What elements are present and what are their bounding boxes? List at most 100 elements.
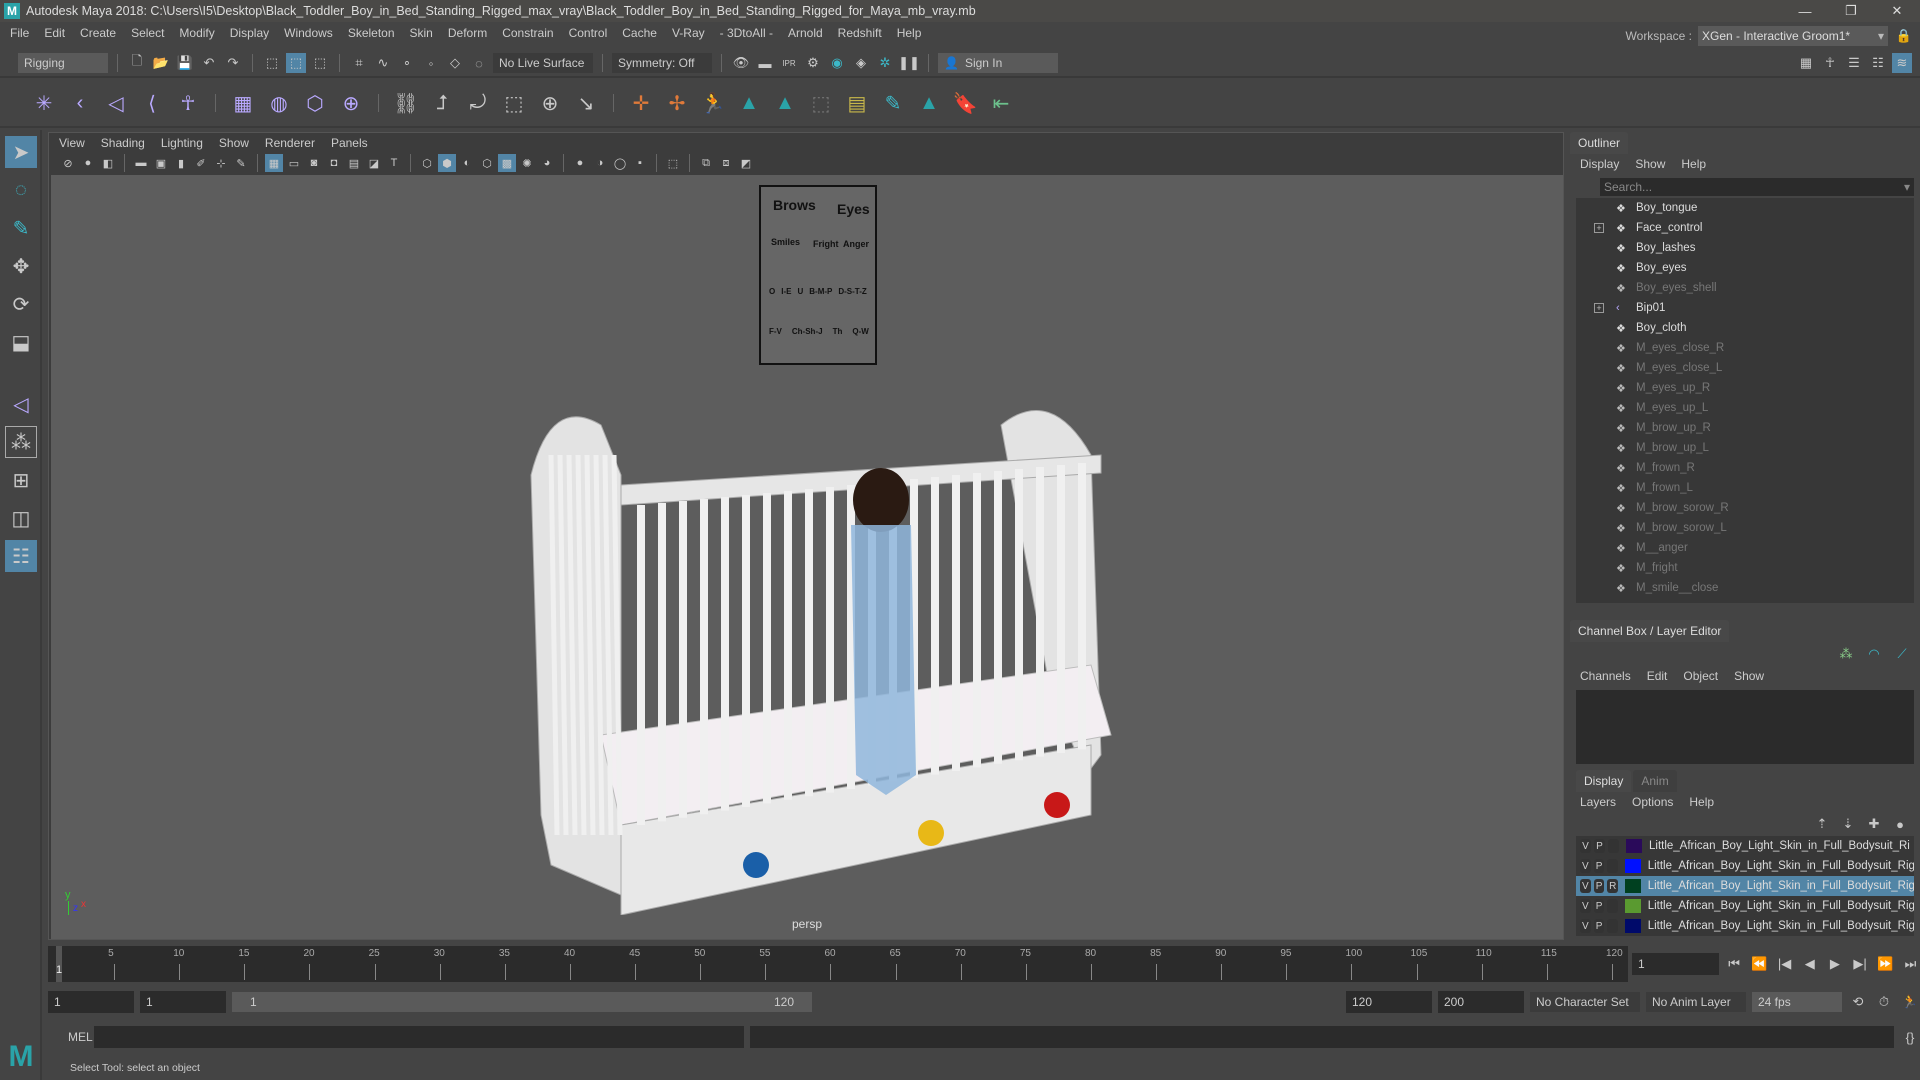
menu-skin[interactable]: Skin (410, 26, 433, 40)
bounding-box-icon[interactable]: ⬡ (478, 154, 496, 172)
menu-select[interactable]: Select (131, 26, 164, 40)
snap-surface-icon[interactable]: ◇ (445, 53, 465, 73)
smooth-shade-icon[interactable]: ⬢ (438, 154, 456, 172)
paint-select-icon[interactable]: ✎ (879, 89, 907, 117)
outliner-item[interactable]: ❖ Boy_eyes_shell (1576, 278, 1914, 298)
menu-redshift[interactable]: Redshift (838, 26, 882, 40)
joint-tool-icon[interactable]: ✳ (30, 89, 58, 117)
layer-tab-display[interactable]: Display (1576, 770, 1632, 792)
save-scene-icon[interactable]: 💾 (175, 53, 195, 73)
sign-in-button[interactable]: 👤 Sign In (938, 53, 1058, 73)
layer-color-swatch[interactable] (1626, 839, 1642, 853)
point-constraint-icon[interactable]: ⮥ (428, 89, 456, 117)
render-settings-icon[interactable]: ⚙ (803, 53, 823, 73)
use-all-lights-icon[interactable]: ✺ (518, 154, 536, 172)
menu-deform[interactable]: Deform (448, 26, 487, 40)
outliner-item[interactable]: ❖ M_eyes_close_R (1576, 338, 1914, 358)
resolution-gate-icon[interactable]: ◙ (305, 154, 323, 172)
anim-layer-dropdown[interactable]: No Anim Layer (1646, 992, 1746, 1012)
hik-character-icon[interactable]: 🏃 (699, 89, 727, 117)
open-scene-icon[interactable]: 📂 (151, 53, 171, 73)
grid-toggle-icon[interactable]: ▦ (265, 154, 283, 172)
textured-icon[interactable]: ▩ (498, 154, 516, 172)
motion-blur-icon[interactable]: ◑ (591, 154, 609, 172)
pause-icon[interactable]: ❚❚ (898, 53, 920, 73)
outliner-item[interactable]: + ❖ Face_control (1576, 218, 1914, 238)
workspace-dropdown[interactable]: XGen - Interactive Groom1* (1698, 26, 1888, 46)
orient-constraint-icon[interactable]: ⤾ (464, 89, 492, 117)
shadows-icon[interactable]: ◕ (538, 154, 556, 172)
expand-icon[interactable]: + (1594, 223, 1604, 233)
viewport-menu-lighting[interactable]: Lighting (161, 136, 203, 150)
layer-menu-options[interactable]: Options (1632, 795, 1673, 809)
channel-box-toggle-icon[interactable]: ≋ (1892, 53, 1912, 73)
modeling-toolkit-icon[interactable]: ▦ (1796, 53, 1816, 73)
menu-modify[interactable]: Modify (179, 26, 214, 40)
select-hierarchy-icon[interactable]: ⬚ (262, 53, 282, 73)
outliner-item[interactable]: ❖ M_brow_sorow_R (1576, 498, 1914, 518)
auto-key-icon[interactable]: ⏱ (1874, 992, 1894, 1012)
ipr-render-icon[interactable]: IPR (779, 53, 799, 73)
anim-preferences-icon[interactable]: 🏃 (1900, 992, 1920, 1012)
move-tool-icon[interactable]: ✥ (5, 250, 37, 282)
film-gate-toggle-icon[interactable]: ▭ (285, 154, 303, 172)
outliner-item[interactable]: ❖ Boy_cloth (1576, 318, 1914, 338)
anti-aliasing-icon[interactable]: ◯ (611, 154, 629, 172)
gate-mask-icon[interactable]: ◘ (325, 154, 343, 172)
maya-shelf-icon-2[interactable]: ▲ (771, 89, 799, 117)
menuset-dropdown[interactable]: Rigging (18, 53, 108, 73)
viewport-menu-renderer[interactable]: Renderer (265, 136, 315, 150)
minimize-button[interactable]: — (1782, 0, 1828, 22)
layer-row[interactable]: V P Little_African_Boy_Light_Skin_in_Full_… (1576, 916, 1914, 936)
layer-p-toggle[interactable]: P (1594, 839, 1605, 853)
render-setup-icon[interactable]: ◈ (851, 53, 871, 73)
paint-weights-icon[interactable]: ◍ (265, 89, 293, 117)
ik-spline-icon[interactable]: ◁ (102, 89, 130, 117)
move-layer-up-icon[interactable]: ⇡ (1812, 814, 1832, 834)
new-scene-icon[interactable]: 🗋 (127, 53, 147, 73)
step-forward-key-icon[interactable]: ⏩ (1876, 954, 1895, 974)
play-backward-icon[interactable]: ◀ (1800, 954, 1819, 974)
render-view-icon[interactable]: 👁 (731, 53, 751, 73)
layer-row[interactable]: V P Little_African_Boy_Light_Skin_in_Full_… (1576, 896, 1914, 916)
viewport-menu-panels[interactable]: Panels (331, 136, 368, 150)
layer-color-swatch[interactable] (1625, 859, 1641, 873)
film-gate-icon[interactable]: ✎ (232, 154, 250, 172)
channel-box-area[interactable] (1576, 690, 1914, 764)
outliner-item[interactable]: ❖ Boy_tongue (1576, 198, 1914, 218)
attribute-editor-icon[interactable]: ☰ (1844, 53, 1864, 73)
layer-row[interactable]: V P R Little_African_Boy_Light_Skin_in_Full… (1576, 876, 1914, 896)
go-to-start-icon[interactable]: ⏮ (1725, 954, 1744, 974)
layer-p-toggle[interactable]: P (1593, 859, 1605, 873)
paint-select-tool-icon[interactable]: ✎ (5, 212, 37, 244)
snap-live-icon[interactable]: ◌ (469, 53, 489, 73)
speed-icon[interactable]: ◠ (1864, 644, 1884, 664)
tool-settings-icon[interactable]: ☷ (1868, 53, 1888, 73)
layer-name[interactable]: Little_African_Boy_Light_Skin_in_Full_Bo… (1648, 860, 1914, 872)
layer-v-toggle[interactable]: V (1580, 919, 1591, 933)
aim-constraint-icon[interactable]: ⊕ (536, 89, 564, 117)
outliner-item[interactable]: ❖ M_frown_L (1576, 478, 1914, 498)
snap-curve-icon[interactable]: ∿ (373, 53, 393, 73)
menu-windows[interactable]: Windows (284, 26, 333, 40)
channel-box-menu-show[interactable]: Show (1734, 669, 1764, 683)
bookmark-add-icon[interactable]: 🔖 (951, 89, 979, 117)
layer-name[interactable]: Little_African_Boy_Light_Skin_in_Full_Bo… (1648, 880, 1914, 892)
channel-box-tab[interactable]: Channel Box / Layer Editor (1570, 620, 1730, 642)
bookmark-icon[interactable]: ▮ (172, 154, 190, 172)
outliner-item[interactable]: + ‹ Bip01 (1576, 298, 1914, 318)
outliner-item[interactable]: ❖ M_brow_up_L (1576, 438, 1914, 458)
xray-joints-icon[interactable]: ⧈ (717, 154, 735, 172)
grid-icon[interactable]: ⊹ (212, 154, 230, 172)
playback-end-field[interactable]: 120 (1346, 991, 1432, 1013)
menu-control[interactable]: Control (569, 26, 608, 40)
layer-v-toggle[interactable]: V (1580, 899, 1591, 913)
depth-of-field-icon[interactable]: ▪ (631, 154, 649, 172)
outliner-menu-help[interactable]: Help (1681, 157, 1706, 171)
channel-box-menu-channels[interactable]: Channels (1580, 669, 1631, 683)
layer-p-toggle[interactable]: P (1593, 899, 1605, 913)
insert-joint-icon[interactable]: ⟨ (138, 89, 166, 117)
outliner-menu-display[interactable]: Display (1580, 157, 1619, 171)
grease-pencil-icon[interactable]: ✐ (192, 154, 210, 172)
select-component-icon[interactable]: ⬚ (310, 53, 330, 73)
